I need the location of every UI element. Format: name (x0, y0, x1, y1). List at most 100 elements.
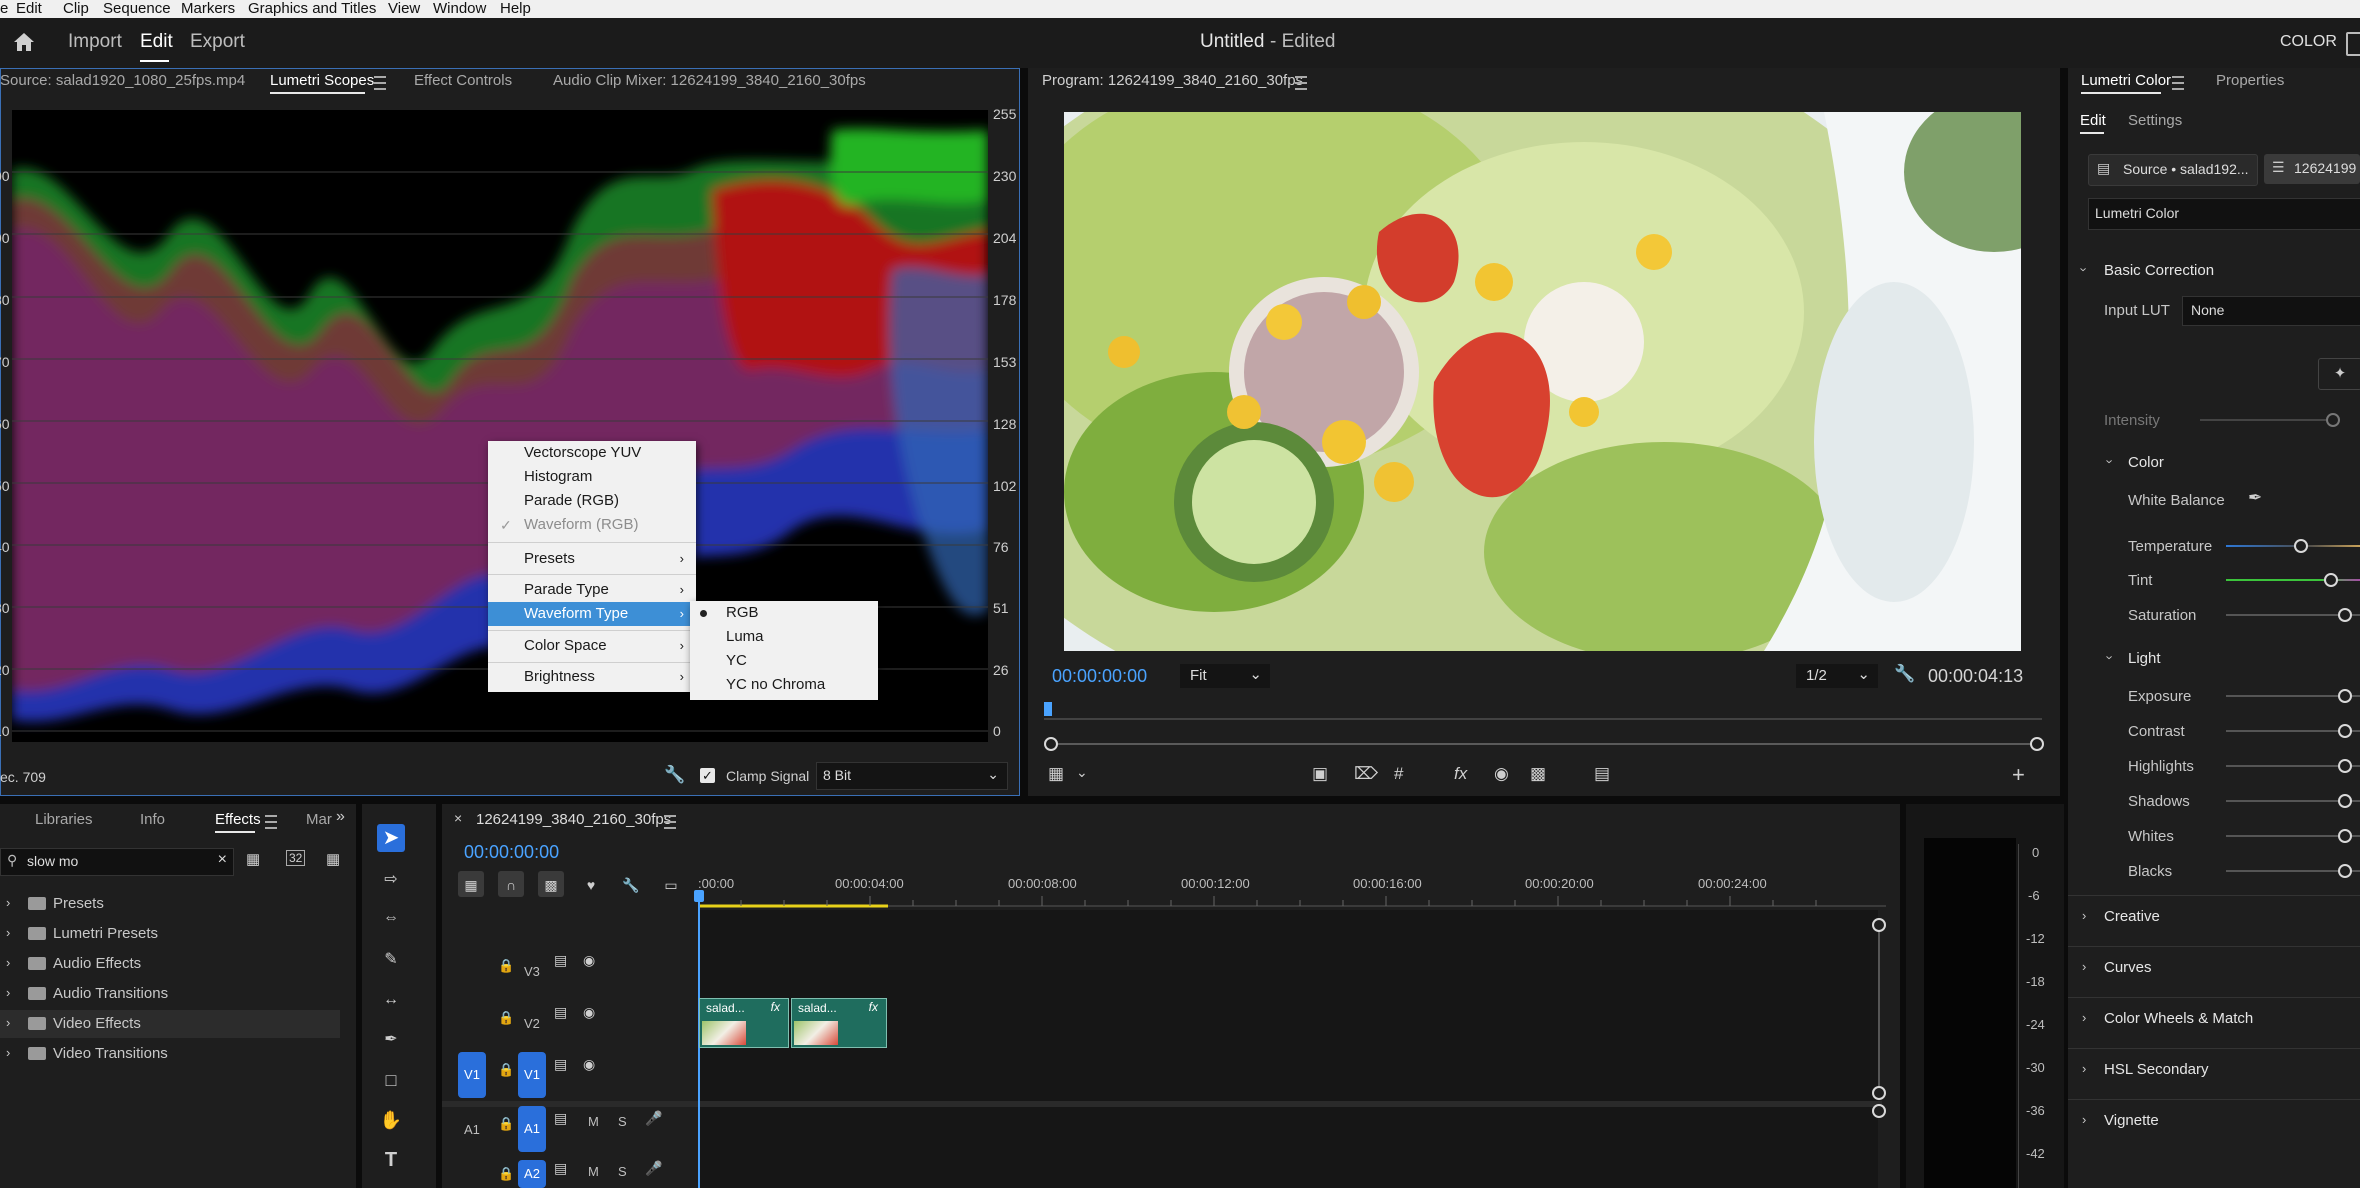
menu-item-parade-rgb[interactable]: Parade (RGB) (488, 489, 696, 513)
video-audio-divider[interactable] (442, 1101, 1882, 1107)
submenu-luma[interactable]: Luma (690, 625, 878, 649)
compare-icon[interactable]: ▩ (1530, 764, 1546, 784)
source-clip-button[interactable]: ▤ Source • salad192... (2088, 154, 2258, 186)
curves-section[interactable]: Curves (2104, 959, 2152, 976)
lock-icon[interactable]: 🔒 (498, 958, 514, 974)
subtab-settings[interactable]: Settings (2128, 112, 2182, 129)
ripple-edit-tool-icon[interactable]: ⇔ (377, 904, 405, 932)
program-timecode[interactable]: 00:00:00:00 (1052, 666, 1147, 687)
timeline-clip[interactable]: salad... fx (791, 998, 887, 1048)
tree-item-audio-effects[interactable]: › Audio Effects (0, 950, 340, 978)
submenu-yc[interactable]: YC (690, 649, 878, 673)
pen-tool-icon[interactable]: ✒ (377, 1026, 405, 1054)
solo-icon[interactable]: S (618, 1114, 627, 1129)
creative-section[interactable]: Creative (2104, 908, 2160, 925)
sync-lock-icon[interactable]: ▤ (554, 1056, 567, 1073)
mute-icon[interactable]: M (588, 1164, 599, 1179)
wrench-icon[interactable]: 🔧 (618, 871, 644, 897)
tab-lumetri-scopes[interactable]: Lumetri Scopes (270, 72, 374, 89)
chevron-down-icon[interactable]: › (2077, 267, 2092, 271)
menu-file[interactable]: e (0, 0, 8, 17)
menu-graphics[interactable]: Graphics and Titles (248, 0, 376, 17)
bit-depth-select[interactable]: 8 Bit ⌄ (816, 762, 1008, 790)
sync-lock-icon[interactable]: ▤ (554, 952, 567, 969)
proxy-icon[interactable]: ▤ (1594, 764, 1610, 784)
chevron-down-icon[interactable]: ⌄ (1076, 764, 1088, 781)
chevron-double-right-icon[interactable]: » (336, 808, 345, 826)
submenu-yc-no-chroma[interactable]: YC no Chroma (690, 673, 878, 697)
add-button-icon[interactable]: + (2012, 762, 2025, 788)
menu-item-waveform-rgb[interactable]: Waveform (RGB) (488, 513, 696, 537)
menu-item-histogram[interactable]: Histogram (488, 465, 696, 489)
menu-item-parade-type[interactable]: Parade Type (488, 578, 696, 602)
lock-icon[interactable]: 🔒 (498, 1116, 514, 1132)
hsl-secondary-section[interactable]: HSL Secondary (2104, 1061, 2209, 1078)
temperature-slider[interactable] (2226, 545, 2360, 547)
track-target-a2[interactable]: A2 (518, 1160, 546, 1188)
tab-effects[interactable]: Effects (215, 811, 261, 828)
fx-icon[interactable]: fx (1454, 764, 1467, 784)
color-wheels-section[interactable]: Color Wheels & Match (2104, 1010, 2253, 1027)
playhead-marker[interactable] (1044, 702, 1052, 716)
timeline-menu-icon[interactable] (664, 815, 676, 829)
ruler-icon[interactable]: ⌦ (1354, 764, 1378, 784)
chevron-right-icon[interactable]: › (2082, 1061, 2086, 1076)
tab-libraries[interactable]: Libraries (35, 811, 93, 828)
camera-icon[interactable]: ◉ (1494, 764, 1509, 784)
menu-item-vectorscope[interactable]: Vectorscope YUV (488, 441, 696, 465)
program-mini-ruler[interactable] (1044, 704, 2042, 720)
yuv-icon[interactable]: ▦ (326, 850, 340, 868)
workspace-label[interactable]: COLOR (2280, 33, 2337, 51)
solo-icon[interactable]: S (618, 1164, 627, 1179)
submenu-rgb[interactable]: RGB (690, 601, 878, 625)
settings-icon[interactable]: ▦ (1048, 764, 1064, 784)
linked-selection-icon[interactable]: ▩ (538, 871, 564, 897)
program-zoom-bar[interactable] (1050, 743, 2038, 745)
chevron-down-icon[interactable]: › (2103, 459, 2118, 463)
snap-icon[interactable]: ∩ (498, 871, 524, 897)
eye-icon[interactable]: ◉ (583, 1056, 595, 1073)
resolution-select[interactable]: 1/2 ⌄ (1796, 664, 1878, 688)
whites-knob[interactable] (2338, 829, 2352, 843)
sequence-tab[interactable]: 12624199_3840_2160_30fps (476, 811, 671, 828)
nest-icon[interactable]: ▦ (458, 871, 484, 897)
menu-window[interactable]: Window (433, 0, 486, 17)
accelerated-effects-icon[interactable]: ▦ (246, 850, 260, 868)
tab-effect-controls[interactable]: Effect Controls (414, 72, 512, 89)
menu-markers[interactable]: Markers (181, 0, 235, 17)
chevron-down-icon[interactable]: › (2103, 655, 2118, 659)
playhead-handle[interactable] (694, 890, 704, 902)
menu-view[interactable]: View (388, 0, 420, 17)
menu-edit[interactable]: Edit (16, 0, 42, 17)
tab-source[interactable]: Source: salad1920_1080_25fps.mp4 (0, 72, 245, 89)
sync-lock-icon[interactable]: ▤ (554, 1160, 567, 1177)
program-menu-icon[interactable] (1295, 76, 1307, 90)
tree-item-video-transitions[interactable]: › Video Transitions (0, 1040, 340, 1068)
nav-export[interactable]: Export (190, 31, 245, 53)
contrast-knob[interactable] (2338, 724, 2352, 738)
32bit-icon[interactable]: 32 (286, 850, 306, 866)
menu-sequence[interactable]: Sequence (103, 0, 171, 17)
tab-lumetri-color[interactable]: Lumetri Color (2081, 72, 2171, 89)
menu-help[interactable]: Help (500, 0, 531, 17)
menu-item-brightness[interactable]: Brightness (488, 665, 696, 689)
shadows-knob[interactable] (2338, 794, 2352, 808)
tint-slider[interactable] (2226, 579, 2360, 581)
safe-margins-icon[interactable]: ▣ (1312, 764, 1328, 784)
temperature-knob[interactable] (2294, 539, 2308, 553)
captions-icon[interactable]: ▭ (658, 871, 684, 897)
tab-markers[interactable]: Mar (306, 811, 332, 828)
scrollbar-handle-bottom[interactable] (1872, 1086, 1886, 1100)
source-patch-a1[interactable]: A1 (464, 1122, 480, 1137)
effects-menu-icon[interactable] (265, 815, 277, 829)
tint-knob[interactable] (2324, 573, 2338, 587)
tab-properties[interactable]: Properties (2216, 72, 2284, 89)
type-tool-icon[interactable]: T (377, 1146, 405, 1174)
scrollbar-handle-audio[interactable] (1872, 1104, 1886, 1118)
tab-info[interactable]: Info (140, 811, 165, 828)
lock-icon[interactable]: 🔒 (498, 1010, 514, 1026)
menu-item-waveform-type[interactable]: Waveform Type (488, 602, 696, 626)
marker-icon[interactable]: ♥ (578, 871, 604, 897)
zoom-start-handle[interactable] (1044, 737, 1058, 751)
zoom-end-handle[interactable] (2030, 737, 2044, 751)
